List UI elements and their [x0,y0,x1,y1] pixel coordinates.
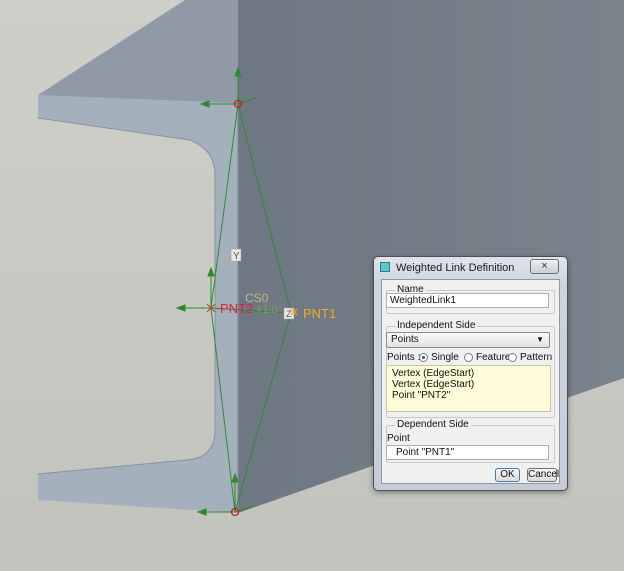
independent-references-list[interactable]: Vertex (EdgeStart) Vertex (EdgeStart) Po… [386,365,551,412]
radio-feature[interactable] [464,353,473,362]
pnt2-label: PNT2 [220,301,253,316]
reference-type-value: Points [391,334,419,345]
name-field[interactable]: WeightedLink1 [386,293,549,308]
independent-side-label: Independent Side [395,320,478,331]
radio-single-label: Single [431,352,459,363]
radio-feature-label: Feature [476,352,511,363]
close-icon: × [541,260,548,272]
cancel-button[interactable]: Cancel [527,468,559,482]
dialog-body: Name WeightedLink1 Independent Side Poin… [381,279,560,484]
points-mode-row: Points : Single Feature Pattern [387,352,557,364]
chevron-down-icon: ▼ [536,335,544,344]
points-mode-label: Points : [387,352,421,363]
list-item[interactable]: Vertex (EdgeStart) [392,368,474,379]
app-icon [380,262,390,272]
list-item[interactable]: Point "PNT2" [392,390,450,401]
close-button[interactable]: × [530,259,559,274]
reference-type-select[interactable]: Points ▼ [386,332,550,348]
dependent-side-label: Dependent Side [395,419,471,430]
radio-pattern[interactable] [508,353,517,362]
list-item[interactable]: Vertex (EdgeStart) [392,379,474,390]
radio-single[interactable] [419,353,428,362]
dialog-titlebar[interactable]: Weighted Link Definition × [374,257,567,279]
weighted-link-dialog[interactable]: Weighted Link Definition × Name Weighted… [373,256,568,491]
axis-y-label: Y [233,251,240,262]
ok-button[interactable]: OK [495,468,520,482]
offset-label: +1.0 [256,304,278,316]
radio-pattern-label: Pattern [520,352,553,363]
pnt1-label: PNT1 [303,306,336,321]
dependent-point-field[interactable]: Point "PNT1" [386,445,549,460]
dialog-title: Weighted Link Definition [396,262,515,274]
dependent-point-label: Point [387,433,410,444]
